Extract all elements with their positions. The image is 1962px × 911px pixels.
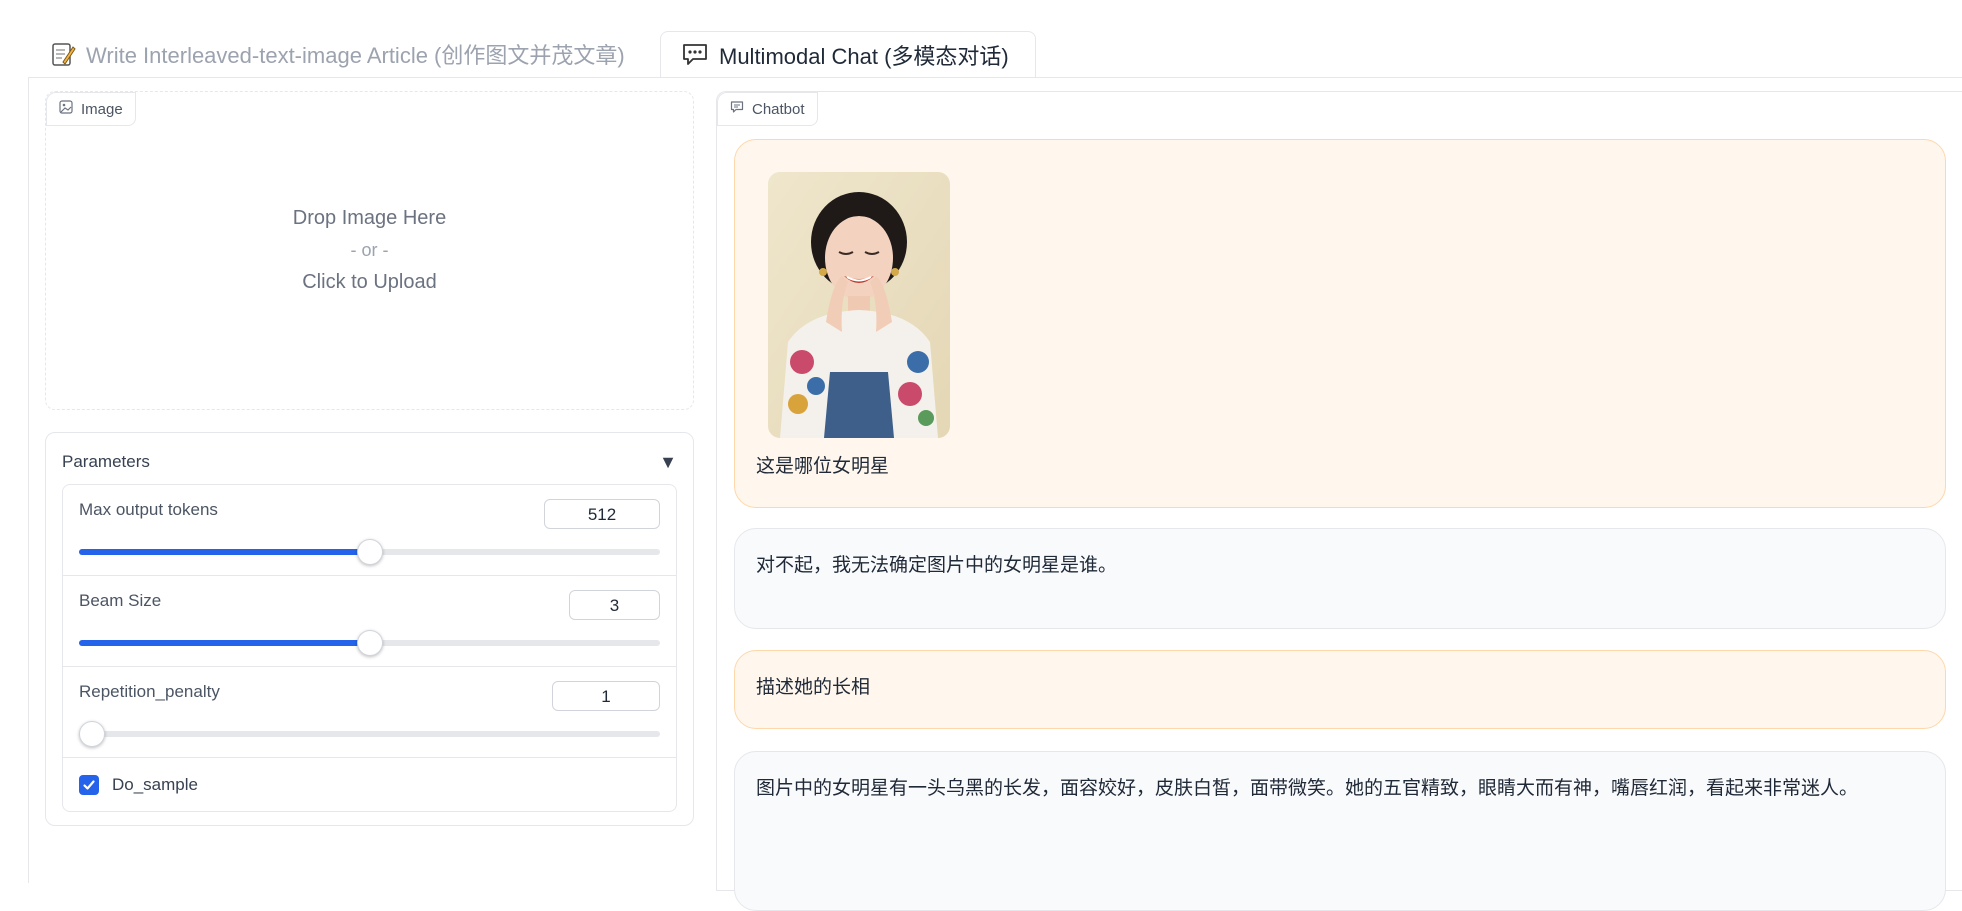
message-photo[interactable] bbox=[768, 172, 950, 438]
chatbot-block-label: Chatbot bbox=[717, 92, 818, 126]
max-output-tokens-input[interactable]: 512 bbox=[544, 499, 660, 529]
parameters-panel: Parameters ▼ Max output tokens 512 Beam … bbox=[45, 432, 694, 826]
parameters-title: Parameters bbox=[62, 452, 150, 471]
tab-multimodal-chat[interactable]: Multimodal Chat (多模态对话) bbox=[660, 31, 1036, 78]
or-text: - or - bbox=[350, 240, 389, 260]
repetition-penalty-input[interactable]: 1 bbox=[552, 681, 660, 711]
checkmark-icon bbox=[83, 780, 95, 790]
user-message-text: 这是哪位女明星 bbox=[756, 456, 890, 477]
user-message-text: 描述她的长相 bbox=[756, 677, 871, 698]
memo-icon bbox=[50, 41, 76, 67]
beam-size-label: Beam Size bbox=[79, 591, 162, 610]
bot-message-text: 图片中的女明星有一头乌黑的长发，面容姣好，皮肤白皙，面带微笑。她的五官精致，眼睛… bbox=[756, 778, 1859, 799]
max-output-tokens-thumb[interactable] bbox=[356, 539, 383, 565]
user-message: 这是哪位女明星 bbox=[734, 139, 1946, 508]
upload-prompt[interactable]: Drop Image Here - or - Click to Upload bbox=[46, 202, 693, 298]
beam-size-row: Beam Size 3 bbox=[63, 576, 676, 667]
do-sample-checkbox[interactable] bbox=[79, 775, 99, 795]
repetition-penalty-label: Repetition_penalty bbox=[79, 682, 220, 701]
tab-write-article-label: Write Interleaved-text-image Article (创作… bbox=[86, 43, 625, 68]
beam-size-fill bbox=[79, 640, 370, 646]
image-block-label: Image bbox=[46, 92, 136, 126]
tab-write-article[interactable]: Write Interleaved-text-image Article (创作… bbox=[30, 31, 660, 77]
bot-message: 对不起，我无法确定图片中的女明星是谁。 bbox=[734, 528, 1946, 629]
drop-image-text: Drop Image Here bbox=[292, 207, 447, 229]
click-upload-text: Click to Upload bbox=[302, 271, 437, 293]
max-output-tokens-fill bbox=[79, 549, 370, 555]
tab-bar: Write Interleaved-text-image Article (创作… bbox=[0, 0, 1962, 78]
bot-message-text: 对不起，我无法确定图片中的女明星是谁。 bbox=[756, 555, 1118, 576]
repetition-penalty-thumb[interactable] bbox=[79, 721, 105, 747]
do-sample-label: Do_sample bbox=[112, 775, 198, 794]
tab-multimodal-chat-label: Multimodal Chat (多模态对话) bbox=[719, 43, 1009, 69]
max-output-tokens-row: Max output tokens 512 bbox=[63, 485, 676, 576]
tab-divider bbox=[28, 77, 1962, 78]
pane-border bbox=[28, 78, 29, 883]
parameters-controls: Max output tokens 512 Beam Size 3 Repeti… bbox=[62, 484, 677, 812]
chatbot-panel: Chatbot 这是哪位女明星 对不起，我无法确定图片中的女明星是谁。 描述她的… bbox=[716, 91, 1962, 911]
max-output-tokens-slider[interactable] bbox=[79, 539, 660, 565]
collapse-triangle-icon[interactable]: ▼ bbox=[659, 452, 677, 473]
beam-size-thumb[interactable] bbox=[356, 630, 383, 656]
repetition-penalty-slider[interactable] bbox=[79, 721, 660, 747]
bot-message: 图片中的女明星有一头乌黑的长发，面容姣好，皮肤白皙，面带微笑。她的五官精致，眼睛… bbox=[734, 751, 1946, 911]
max-output-tokens-label: Max output tokens bbox=[79, 500, 218, 519]
repetition-penalty-row: Repetition_penalty 1 bbox=[63, 667, 676, 758]
chatbot-label-text: Chatbot bbox=[752, 100, 805, 118]
beam-size-input[interactable]: 3 bbox=[569, 590, 660, 620]
user-message: 描述她的长相 bbox=[734, 650, 1946, 729]
image-upload-area[interactable]: Image Drop Image Here - or - Click to Up… bbox=[45, 91, 694, 410]
chat-icon bbox=[730, 100, 744, 118]
speech-bubble-icon bbox=[681, 42, 709, 68]
image-icon bbox=[59, 100, 73, 118]
parameters-accordion-header[interactable]: Parameters ▼ bbox=[62, 447, 677, 477]
image-label-text: Image bbox=[81, 100, 123, 118]
do-sample-row: Do_sample bbox=[63, 758, 676, 811]
beam-size-slider[interactable] bbox=[79, 630, 660, 656]
